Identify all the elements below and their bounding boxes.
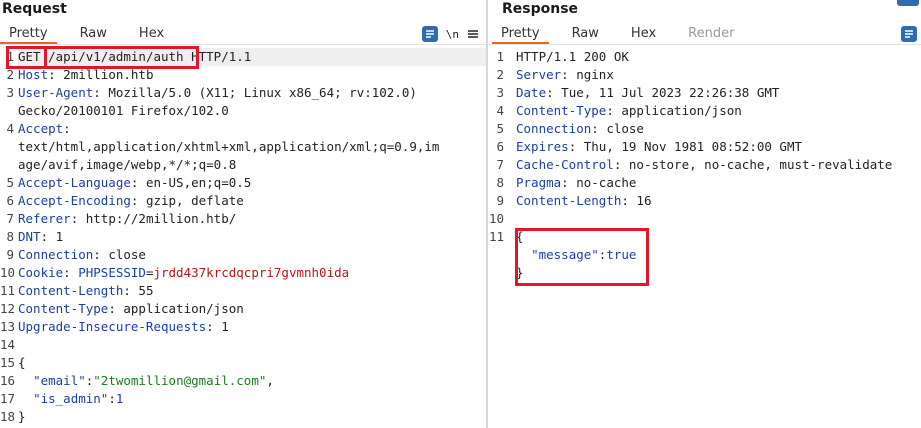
header-line: DNT: 1 bbox=[18, 229, 64, 244]
line-number: 11 bbox=[488, 229, 504, 244]
response-pane: Response Pretty Raw Hex Render 1 2 3 4 5… bbox=[488, 0, 921, 428]
response-title: Response bbox=[502, 1, 579, 17]
status-line: HTTP/1.1 200 OK bbox=[516, 49, 629, 64]
line-number: 4 bbox=[6, 121, 14, 136]
line-number: 9 bbox=[496, 193, 504, 208]
layout-toggle-icon[interactable] bbox=[897, 0, 919, 6]
request-pane: Request Pretty Raw Hex \n 1 2 3 4 5 6 7 … bbox=[0, 0, 487, 428]
request-title: Request bbox=[2, 1, 67, 17]
line-number: 4 bbox=[496, 103, 504, 118]
header-line: Date: Tue, 11 Jul 2023 22:26:38 GMT bbox=[516, 85, 780, 100]
request-editor[interactable]: 1 2 3 4 5 6 7 8 9 10 11 12 13 14 15 16 1… bbox=[0, 48, 487, 428]
header-line-wrap: text/html,application/xhtml+xml,applicat… bbox=[18, 139, 440, 154]
request-line: GET /api/v1/admin/auth HTTP/1.1 bbox=[18, 48, 487, 66]
response-editor[interactable]: 1 2 3 4 5 6 7 8 9 10 11 HTTP/1.1 200 OK … bbox=[488, 48, 921, 428]
line-number: 17 bbox=[0, 391, 16, 406]
json-brace: } bbox=[18, 409, 26, 424]
line-number: 6 bbox=[496, 139, 504, 154]
line-number: 13 bbox=[0, 319, 16, 334]
line-number: 5 bbox=[496, 121, 504, 136]
line-number: 3 bbox=[496, 85, 504, 100]
line-number: 15 bbox=[0, 355, 16, 370]
header-line: Expires: Thu, 19 Nov 1981 08:52:00 GMT bbox=[516, 139, 802, 154]
request-tab-raw[interactable]: Raw bbox=[71, 24, 116, 44]
line-number: 1 bbox=[496, 49, 504, 64]
line-number: 9 bbox=[6, 247, 14, 262]
line-number: 6 bbox=[6, 193, 14, 208]
json-line: "is_admin":1 bbox=[33, 391, 124, 406]
header-line-wrap: Gecko/20100101 Firefox/102.0 bbox=[18, 103, 229, 118]
line-number: 11 bbox=[0, 283, 16, 298]
request-toolbar: \n bbox=[421, 24, 479, 44]
line-number: 5 bbox=[6, 175, 14, 190]
header-line: Content-Type: application/json bbox=[18, 301, 244, 316]
newline-toggle-icon[interactable]: \n bbox=[446, 28, 459, 41]
line-number: 18 bbox=[0, 409, 16, 424]
http-protocol: HTTP/1.1 bbox=[191, 49, 252, 64]
request-path: /api/v1/admin/auth bbox=[48, 49, 184, 64]
response-tab-pretty[interactable]: Pretty bbox=[492, 24, 549, 44]
json-line: "email":"2twomillion@gmail.com", bbox=[33, 373, 274, 388]
line-number: 12 bbox=[0, 301, 16, 316]
line-number: 3 bbox=[6, 85, 14, 100]
menu-icon[interactable] bbox=[467, 25, 479, 44]
header-line-wrap: age/avif,image/webp,*/*;q=0.8 bbox=[18, 157, 237, 172]
header-line: Connection: close bbox=[516, 121, 644, 136]
pretty-print-icon[interactable] bbox=[901, 26, 917, 42]
json-line: "message":true bbox=[531, 247, 637, 262]
http-method: GET bbox=[18, 49, 41, 64]
response-tabs: Pretty Raw Hex Render bbox=[492, 24, 757, 44]
line-number: 2 bbox=[496, 67, 504, 82]
header-line: Referer: http://2million.htb/ bbox=[18, 211, 237, 226]
line-number: 8 bbox=[6, 229, 14, 244]
header-line: Content-Length: 16 bbox=[516, 193, 652, 208]
json-brace: { bbox=[18, 355, 26, 370]
line-number: 14 bbox=[0, 337, 16, 352]
header-line: Pragma: no-cache bbox=[516, 175, 637, 190]
response-tab-raw[interactable]: Raw bbox=[563, 24, 608, 44]
session-cookie-value: jrdd437krcdqcpri7gvmnh0ida bbox=[153, 265, 350, 280]
response-toolbar bbox=[901, 24, 917, 44]
header-line: User-Agent: Mozilla/5.0 (X11; Linux x86_… bbox=[18, 85, 417, 100]
pretty-print-icon[interactable] bbox=[421, 26, 438, 42]
line-number: 2 bbox=[6, 67, 14, 82]
header-line: Cookie: PHPSESSID=jrdd437krcdqcpri7gvmnh… bbox=[18, 265, 350, 280]
line-number: 1 bbox=[6, 49, 14, 64]
request-tabs: Pretty Raw Hex bbox=[0, 24, 187, 44]
header-line: Host: 2million.htb bbox=[18, 67, 154, 82]
header-line: Accept-Language: en-US,en;q=0.5 bbox=[18, 175, 252, 190]
line-number: 8 bbox=[496, 175, 504, 190]
request-tab-hex[interactable]: Hex bbox=[130, 24, 173, 44]
line-number: 7 bbox=[6, 211, 14, 226]
line-number: 10 bbox=[488, 211, 504, 226]
line-number: 10 bbox=[0, 265, 16, 280]
header-line: Cache-Control: no-store, no-cache, must-… bbox=[516, 157, 893, 172]
json-brace: } bbox=[516, 265, 524, 280]
header-line: Accept-Encoding: gzip, deflate bbox=[18, 193, 244, 208]
line-number: 16 bbox=[0, 373, 16, 388]
header-line: Accept: bbox=[18, 121, 71, 136]
header-line: Server: nginx bbox=[516, 67, 614, 82]
response-tab-hex[interactable]: Hex bbox=[622, 24, 665, 44]
header-line: Content-Type: application/json bbox=[516, 103, 742, 118]
json-brace: { bbox=[516, 229, 524, 244]
line-number: 7 bbox=[496, 157, 504, 172]
header-line: Connection: close bbox=[18, 247, 146, 262]
header-line: Upgrade-Insecure-Requests: 1 bbox=[18, 319, 229, 334]
header-line: Content-Length: 55 bbox=[18, 283, 154, 298]
request-tab-pretty[interactable]: Pretty bbox=[0, 24, 57, 44]
response-tab-render[interactable]: Render bbox=[679, 24, 743, 44]
